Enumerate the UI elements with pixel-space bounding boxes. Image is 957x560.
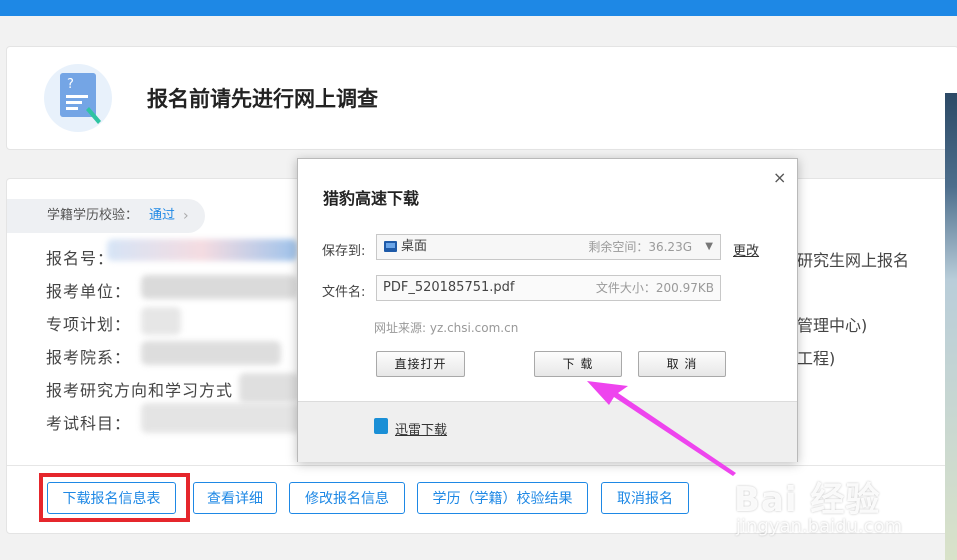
dialog-title: 猎豹高速下载: [323, 189, 420, 208]
redacted-value: [141, 275, 297, 299]
redacted-value: [239, 373, 299, 403]
info-right-text: 研究生网上报名: [797, 251, 910, 270]
free-space-text: 剩余空间：36.23G: [588, 240, 692, 254]
info-label-department: 报考院系：: [46, 348, 132, 367]
download-dialog: 猎豹高速下载 × 保存到: 桌面 剩余空间：36.23G ▼ 更改 文件名: P…: [297, 158, 798, 462]
close-icon[interactable]: ×: [773, 168, 786, 187]
watermark-brand: Bai 经验: [734, 480, 881, 520]
info-right-text: 工程): [797, 349, 836, 368]
page-title: 报名前请先进行网上调查: [147, 87, 378, 111]
filename-field[interactable]: PDF_520185751.pdf 文件大小：200.97KB: [376, 275, 721, 301]
status-pill[interactable]: 学籍学历校验： 通过 ›: [7, 199, 205, 233]
info-right-text: 管理中心): [797, 316, 868, 335]
save-location-value: 桌面: [401, 239, 428, 254]
info-label-registration-no: 报名号：: [46, 249, 115, 268]
modify-registration-button[interactable]: 修改报名信息: [289, 482, 405, 514]
verification-result-button[interactable]: 学历（学籍）校验结果: [417, 482, 588, 514]
filesize-text: 文件大小：200.97KB: [595, 281, 714, 295]
svg-text:?: ?: [67, 77, 74, 92]
survey-card: ? 报名前请先进行网上调查: [6, 46, 957, 150]
redacted-value: [141, 341, 281, 365]
filename-value: PDF_520185751.pdf: [383, 280, 515, 295]
download-button[interactable]: 下 载: [534, 351, 622, 377]
info-label-special-plan: 专项计划：: [46, 315, 132, 334]
baidu-watermark: Bai 经验: [734, 472, 880, 521]
info-label-unit: 报考单位：: [46, 282, 132, 301]
watermark-url: jingyan.baidu.com: [736, 516, 903, 537]
side-panel-edge: [945, 93, 957, 560]
status-value: 通过: [149, 208, 176, 223]
desktop-folder-icon: [384, 241, 397, 252]
info-label-subjects: 考试科目：: [46, 414, 132, 433]
save-location-select[interactable]: 桌面 剩余空间：36.23G ▼: [376, 234, 721, 260]
redacted-value: [107, 239, 297, 261]
survey-document-icon: ?: [44, 64, 112, 132]
dialog-footer: [298, 401, 797, 462]
chevron-right-icon: ›: [183, 208, 189, 224]
save-to-label: 保存到:: [322, 244, 366, 259]
cancel-registration-button[interactable]: 取消报名: [601, 482, 689, 514]
redacted-value: [141, 403, 301, 433]
status-label: 学籍学历校验：: [47, 208, 139, 223]
thunder-download-icon: [374, 418, 388, 434]
view-details-button[interactable]: 查看详细: [193, 482, 277, 514]
info-label-direction: 报考研究方向和学习方式: [46, 381, 234, 400]
chevron-down-icon: ▼: [705, 241, 713, 252]
top-bar: [0, 0, 957, 16]
cancel-button[interactable]: 取 消: [638, 351, 726, 377]
thunder-download-link[interactable]: 迅雷下载: [395, 419, 447, 438]
source-url-text: 网址来源: yz.chsi.com.cn: [374, 321, 519, 335]
highlight-box: [39, 473, 190, 522]
divider: [7, 465, 957, 466]
filename-label: 文件名:: [322, 285, 366, 300]
change-location-link[interactable]: 更改: [733, 240, 759, 259]
redacted-value: [141, 307, 181, 335]
open-direct-button[interactable]: 直接打开: [376, 351, 465, 377]
